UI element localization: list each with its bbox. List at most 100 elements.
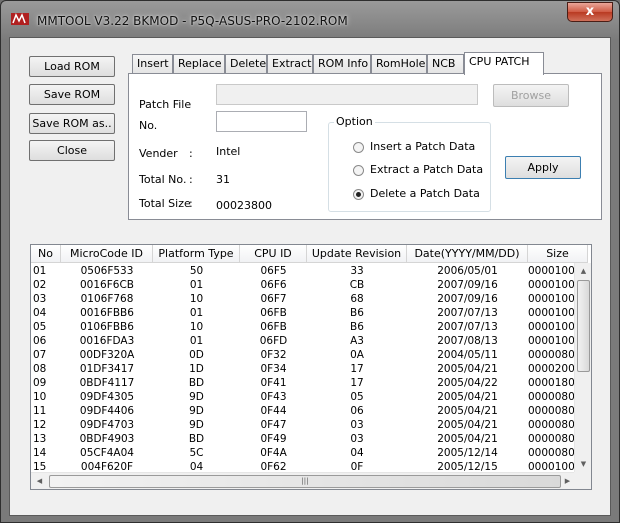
- cell-size: 0000100: [528, 307, 575, 319]
- table-row[interactable]: 07 00DF320A 0D 0F32 0A 2004/05/11 0000080: [31, 348, 576, 362]
- tab-rom-info[interactable]: ROM Info: [313, 54, 371, 74]
- scroll-left-icon[interactable]: ◀: [31, 473, 48, 489]
- cell-cpu-id: 06FB: [260, 307, 287, 319]
- total-no-label: Total No.: [139, 173, 187, 186]
- table-row[interactable]: 13 0BDF4903 BD 0F49 03 2005/04/21 0000080: [31, 432, 576, 446]
- extract-patch-label[interactable]: Extract a Patch Data: [370, 163, 483, 176]
- column-header-no[interactable]: No: [31, 245, 61, 263]
- cell-no: 01: [33, 265, 47, 277]
- cell-update-revision: 33: [350, 265, 364, 277]
- cpu-patch-panel: Patch File Browse No. Vender : Intel Tot…: [128, 73, 602, 220]
- cell-size: 0000080: [528, 349, 575, 361]
- cell-cpu-id: 0F41: [260, 377, 287, 389]
- table-row[interactable]: 09 0BDF4117 BD 0F41 17 2005/04/22 0000180: [31, 376, 576, 390]
- patch-number-input[interactable]: [216, 111, 307, 132]
- tab-extract[interactable]: Extract: [267, 54, 313, 74]
- cell-no: 11: [33, 405, 47, 417]
- table-row[interactable]: 11 09DF4406 9D 0F44 06 2005/04/21 0000080: [31, 404, 576, 418]
- cell-date: 2004/05/11: [437, 349, 498, 361]
- scroll-up-icon[interactable]: ▲: [575, 263, 591, 280]
- browse-button[interactable]: Browse: [493, 84, 569, 107]
- cell-update-revision: 03: [350, 419, 364, 431]
- cell-size: 0000100: [528, 293, 575, 305]
- app-logo-icon: [11, 13, 29, 25]
- option-group-title: Option: [334, 115, 375, 128]
- cell-size: 0000100: [528, 265, 575, 277]
- cell-platform-type: 9D: [189, 391, 204, 403]
- option-group: Option Insert a Patch Data Extract a Pat…: [328, 115, 491, 212]
- apply-button[interactable]: Apply: [505, 156, 581, 179]
- column-header-date[interactable]: Date(YYYY/MM/DD): [407, 245, 528, 263]
- cell-update-revision: A3: [350, 335, 364, 347]
- delete-patch-radio[interactable]: [353, 189, 364, 200]
- tab-replace[interactable]: Replace: [173, 54, 225, 74]
- column-header-update-revision[interactable]: Update Revision: [307, 245, 407, 263]
- delete-patch-label[interactable]: Delete a Patch Data: [370, 187, 480, 200]
- total-size-label: Total Size: [139, 197, 191, 210]
- title-bar[interactable]: MMTOOL V3.22 BKMOD - P5Q-ASUS-PRO-2102.R…: [1, 1, 619, 37]
- horizontal-scroll-thumb[interactable]: |||: [49, 475, 561, 488]
- column-header-cpu-id[interactable]: CPU ID: [240, 245, 307, 263]
- extract-patch-radio[interactable]: [353, 165, 364, 176]
- cell-no: 14: [33, 447, 47, 459]
- cell-update-revision: 06: [350, 405, 364, 417]
- cell-microcode-id: 09DF4406: [79, 405, 135, 417]
- table-row[interactable]: 04 0016FBB6 01 06FB B6 2007/07/13 0000100: [31, 306, 576, 320]
- close-button[interactable]: Close: [29, 140, 115, 161]
- column-header-microcode-id[interactable]: MicroCode ID: [61, 245, 153, 263]
- patch-file-input[interactable]: [216, 84, 478, 105]
- cell-cpu-id: 0F34: [260, 363, 287, 375]
- save-rom-button[interactable]: Save ROM: [29, 84, 115, 105]
- cell-no: 06: [33, 335, 47, 347]
- table-row[interactable]: 12 09DF4703 9D 0F47 03 2005/04/21 0000080: [31, 418, 576, 432]
- dialog-client-area: Load ROM Save ROM Save ROM as.. Close In…: [9, 37, 611, 516]
- cell-update-revision: 17: [350, 363, 364, 375]
- cell-cpu-id: 06F5: [260, 265, 287, 277]
- cell-update-revision: 03: [350, 433, 364, 445]
- cell-no: 08: [33, 363, 47, 375]
- cell-update-revision: 05: [350, 391, 364, 403]
- save-rom-as-button[interactable]: Save ROM as..: [29, 113, 115, 134]
- cell-platform-type: 1D: [189, 363, 204, 375]
- cell-update-revision: 17: [350, 377, 364, 389]
- cell-date: 2005/04/22: [437, 377, 498, 389]
- tab-romhole[interactable]: RomHole: [371, 54, 427, 74]
- cell-date: 2007/07/13: [437, 307, 498, 319]
- table-row[interactable]: 08 01DF3417 1D 0F34 17 2005/04/21 0000200: [31, 362, 576, 376]
- tab-delete[interactable]: Delete: [225, 54, 267, 74]
- vender-label: Vender: [139, 147, 178, 160]
- table-row[interactable]: 03 0106F768 10 06F7 68 2007/09/16 0000100: [31, 292, 576, 306]
- cell-cpu-id: 0F32: [260, 349, 287, 361]
- insert-patch-label[interactable]: Insert a Patch Data: [370, 140, 475, 153]
- cell-microcode-id: 00DF320A: [79, 349, 135, 361]
- vertical-scroll-thumb[interactable]: [577, 280, 590, 372]
- app-window: MMTOOL V3.22 BKMOD - P5Q-ASUS-PRO-2102.R…: [0, 0, 620, 523]
- cell-update-revision: CB: [349, 279, 365, 291]
- horizontal-scrollbar[interactable]: ◀ ||| ▶: [31, 472, 576, 489]
- column-header-platform-type[interactable]: Platform Type: [153, 245, 240, 263]
- window-close-button[interactable]: x: [567, 2, 613, 22]
- table-row[interactable]: 14 05CF4A04 5C 0F4A 04 2005/12/14 0000080: [31, 446, 576, 460]
- column-header-size[interactable]: Size: [528, 245, 588, 263]
- tab-ncb[interactable]: NCB: [427, 54, 464, 74]
- vertical-scrollbar[interactable]: ▲ ▼: [574, 263, 591, 473]
- table-row[interactable]: 02 0016F6CB 01 06F6 CB 2007/09/16 0000100: [31, 278, 576, 292]
- cell-microcode-id: 0106F768: [80, 293, 134, 305]
- cell-cpu-id: 0F43: [260, 391, 287, 403]
- cell-microcode-id: 0BDF4903: [79, 433, 135, 445]
- total-size-separator: :: [189, 197, 193, 210]
- vender-separator: :: [189, 147, 193, 160]
- load-rom-button[interactable]: Load ROM: [29, 56, 115, 77]
- table-row[interactable]: 10 09DF4305 9D 0F43 05 2005/04/21 0000080: [31, 390, 576, 404]
- tab-cpu-patch[interactable]: CPU PATCH: [464, 52, 544, 75]
- table-row[interactable]: 01 0506F533 50 06F5 33 2006/05/01 0000100: [31, 264, 576, 278]
- tab-insert[interactable]: Insert: [132, 54, 173, 74]
- cell-size: 0000080: [528, 419, 575, 431]
- table-row[interactable]: 06 0016FDA3 01 06FD A3 2007/08/13 0000100: [31, 334, 576, 348]
- cell-date: 2005/04/21: [437, 391, 498, 403]
- cell-no: 09: [33, 377, 47, 389]
- insert-patch-radio[interactable]: [353, 142, 364, 153]
- scroll-down-icon[interactable]: ▼: [575, 456, 591, 473]
- cell-cpu-id: 06FD: [259, 335, 288, 347]
- table-row[interactable]: 05 0106FBB6 10 06FB B6 2007/07/13 0000100: [31, 320, 576, 334]
